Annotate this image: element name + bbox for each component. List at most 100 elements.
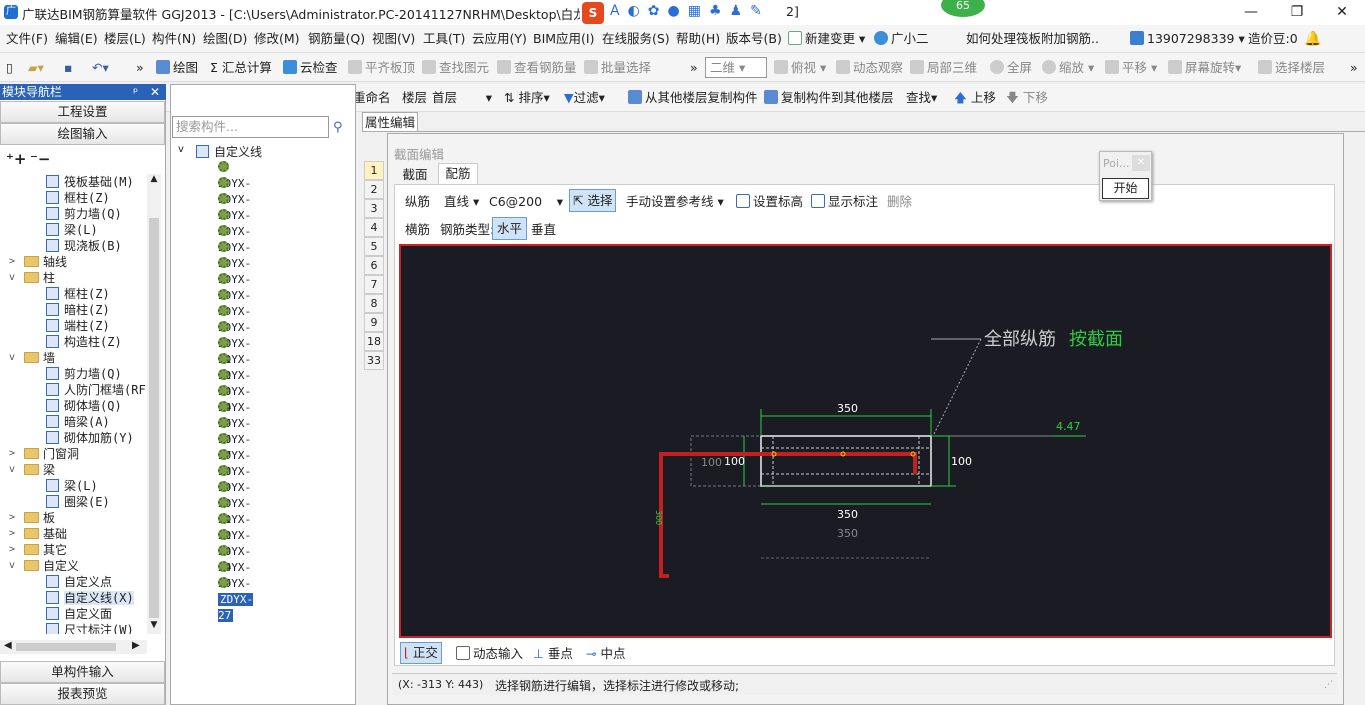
menu-bim[interactable]: BIM应用(I) <box>533 29 595 49</box>
row-number[interactable]: 18 <box>364 332 384 351</box>
dim-left-text[interactable]: 100 <box>724 455 745 468</box>
resize-grip-icon[interactable]: ⋰ <box>1324 680 1333 690</box>
menu-draw[interactable]: 绘图(D) <box>203 29 247 49</box>
tree-item[interactable]: 自定义线(X) <box>46 590 134 606</box>
tree-item[interactable]: 剪力墙(Q) <box>46 206 122 222</box>
menu-view[interactable]: 视图(V) <box>372 29 415 49</box>
tree-scroll-down[interactable]: ▼ <box>147 620 161 634</box>
list-item[interactable]: ZDYX-13 <box>218 352 251 398</box>
dim-bottom-text[interactable]: 350 <box>837 508 858 521</box>
batch-select-button[interactable]: 批量选择 <box>584 58 651 78</box>
tree-toggle-icon[interactable]: v <box>6 558 18 574</box>
tree-toggle-icon[interactable]: > <box>6 542 18 558</box>
tree-toggle-icon[interactable]: > <box>6 254 18 270</box>
view-2d-select[interactable]: 二维 ▾ <box>705 57 767 78</box>
perpendicular-button[interactable]: ⊥ 垂点 <box>533 644 573 664</box>
row-number[interactable]: 1 <box>364 161 384 180</box>
pan-button[interactable]: 平移 ▾ <box>1105 58 1157 78</box>
delete-rebar-button[interactable]: 删除 <box>887 192 912 212</box>
tree-hscrollbar[interactable]: ◀ ▶ <box>0 640 147 654</box>
manual-ref-line-select[interactable]: 手动设置参考线 ▾ <box>626 192 724 212</box>
dim-top-text[interactable]: 350 <box>837 402 858 415</box>
tree-item[interactable]: v 自定义 <box>6 558 79 574</box>
price-beans[interactable]: 造价豆:0 <box>1248 29 1298 49</box>
open-folder-icon[interactable]: ▰▾ <box>28 58 44 78</box>
save-icon[interactable]: ▪ <box>64 58 72 78</box>
new-change-button[interactable]: 新建变更 ▾ <box>788 29 865 49</box>
tree-item[interactable]: 尺寸标注(W) <box>46 622 134 634</box>
nav-close-icon[interactable]: ✕ <box>150 84 160 100</box>
horizontal-button[interactable]: 水平 <box>492 217 528 240</box>
tree-item[interactable]: 暗梁(A) <box>46 414 110 430</box>
list-item[interactable]: ZDYX-22 <box>218 496 251 542</box>
tree-item[interactable]: > 其它 <box>6 542 67 558</box>
tree-item[interactable]: > 板 <box>6 510 55 526</box>
tree-scroll-up[interactable]: ▲ <box>147 174 161 188</box>
line-type-select[interactable]: 直线 ▾ <box>444 192 479 212</box>
tree-item[interactable]: 构造柱(Z) <box>46 334 122 350</box>
menu-modify[interactable]: 修改(M) <box>254 29 300 49</box>
tree-item[interactable]: 圈梁(E) <box>46 494 110 510</box>
menu-version[interactable]: 版本号(B) <box>726 29 782 49</box>
screen-rotate-button[interactable]: 屏幕旋转▾ <box>1168 58 1241 78</box>
tree-item[interactable]: > 轴线 <box>6 254 67 270</box>
find-button[interactable]: 查找▾ <box>906 88 937 108</box>
account-button[interactable]: 13907298339 ▾ <box>1130 29 1245 49</box>
list-item[interactable]: ZDYX-20 <box>218 464 251 510</box>
report-preview-button[interactable]: 报表预览 <box>0 683 165 705</box>
start-button[interactable]: 开始 <box>1102 178 1149 199</box>
tree-item[interactable]: 砌体墙(Q) <box>46 398 122 414</box>
menu-file[interactable]: 文件(F) <box>6 29 48 49</box>
project-settings-button[interactable]: 工程设置 <box>0 101 165 123</box>
section-canvas[interactable]: 全部纵筋 按截面 350 350 350 100 100 100 4.47 30… <box>399 244 1332 638</box>
tree-item[interactable]: 自定义面 <box>46 606 112 622</box>
menu-help[interactable]: 帮助(H) <box>676 29 720 49</box>
list-item[interactable]: ZDYX-10 <box>218 304 251 350</box>
menu-online[interactable]: 在线服务(S) <box>602 29 670 49</box>
row-number[interactable]: 8 <box>364 294 384 313</box>
list-item[interactable]: ZDYX-21 <box>218 480 251 526</box>
guangxiaoer-button[interactable]: 广小二 <box>874 29 929 49</box>
zoom-button[interactable]: 缩放 ▾ <box>1042 58 1094 78</box>
list-item[interactable]: ZDYX-25 <box>218 544 251 590</box>
tree-item[interactable]: v梁 <box>6 462 55 478</box>
orbit-button[interactable]: 动态观察 <box>836 58 903 78</box>
row-number[interactable]: 5 <box>364 237 384 256</box>
tree-item[interactable]: 框柱(Z) <box>46 190 110 206</box>
midpoint-button[interactable]: ⊸ 中点 <box>586 644 625 664</box>
tree-item[interactable]: 现浇板(B) <box>46 238 122 254</box>
find-element-button[interactable]: 查找图元 <box>422 58 489 78</box>
top-view-button[interactable]: 俯视 ▾ <box>774 58 826 78</box>
move-up-button[interactable]: 🡅 上移 <box>954 88 996 108</box>
row-number[interactable]: 7 <box>364 275 384 294</box>
tree-vscrollbar[interactable]: ▲ ▼ <box>147 174 161 634</box>
rebar-spec-select[interactable]: C6@200 ▾ <box>489 192 563 212</box>
row-number[interactable]: 33 <box>364 351 384 370</box>
list-item[interactable]: ZDYX-23 <box>218 512 251 558</box>
select-floor-button[interactable]: 选择楼层 <box>1258 58 1325 78</box>
poi-popup-close[interactable]: ✕ <box>1132 155 1150 171</box>
tree-scroll-thumb[interactable] <box>149 218 159 618</box>
tab-property-edit[interactable]: 属性编辑 <box>362 112 418 132</box>
list-item[interactable]: ZDYX-3 <box>218 192 251 238</box>
list-item[interactable]: ZDYX-19 <box>218 448 251 494</box>
tree-item[interactable]: 剪力墙(Q) <box>46 366 122 382</box>
tree-scroll-left[interactable]: ◀ <box>4 640 12 651</box>
dim-right-text[interactable]: 100 <box>951 455 972 468</box>
tree-toggle-icon[interactable]: > <box>6 510 18 526</box>
list-item[interactable]: ZDYX-15 <box>218 384 251 430</box>
bell-icon[interactable]: 🔔 <box>1304 29 1321 49</box>
tree-hscroll-thumb[interactable] <box>16 643 116 651</box>
overflow3-icon[interactable]: » <box>1350 58 1358 78</box>
section-outline[interactable] <box>760 435 932 487</box>
list-item[interactable]: ZDYX-2 <box>218 176 251 222</box>
undo-icon[interactable]: ↶▾ <box>92 58 109 78</box>
floor-select[interactable]: 首层 ▾ <box>430 88 494 108</box>
collapse-all-icon[interactable]: ⁻− <box>30 150 51 168</box>
list-item[interactable]: ZDYX-24 <box>218 528 251 574</box>
tree-item[interactable]: 暗柱(Z) <box>46 302 110 318</box>
list-item[interactable]: ZDYX-17 <box>218 416 251 462</box>
list-item[interactable]: ZDYX-6 <box>218 240 251 286</box>
cloud-check-button[interactable]: 云检查 <box>283 58 338 78</box>
restore-button[interactable]: ❐ <box>1274 0 1320 25</box>
